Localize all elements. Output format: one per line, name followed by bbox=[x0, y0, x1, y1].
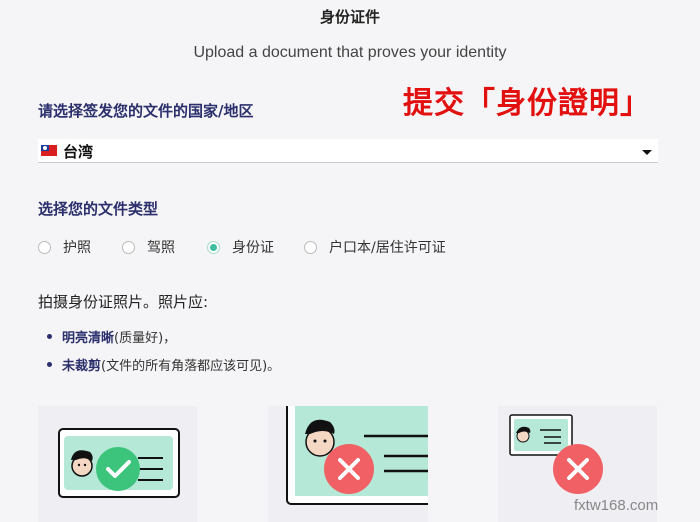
instruction-item: 未裁剪 (文件的所有角落都应该可见)。 bbox=[47, 355, 280, 374]
instruction-rest: (文件的所有角落都应该可见)。 bbox=[101, 359, 281, 374]
radio-label: 户口本/居住许可证 bbox=[329, 240, 446, 256]
instruction-bold: 明亮清晰 bbox=[62, 331, 115, 346]
radio-circle-selected[interactable] bbox=[207, 240, 220, 254]
radio-circle[interactable] bbox=[38, 240, 51, 254]
bullet-dot bbox=[47, 334, 52, 339]
page-subtitle: Upload a document that proves your ident… bbox=[193, 44, 507, 61]
radio-label: 驾照 bbox=[147, 240, 175, 256]
example-cropped-photo bbox=[268, 406, 428, 522]
radio-household-register[interactable]: 户口本/居住许可证 bbox=[304, 237, 446, 257]
chevron-down-icon bbox=[642, 150, 652, 155]
radio-passport[interactable]: 护照 bbox=[38, 237, 91, 257]
example-good-photo bbox=[38, 406, 197, 522]
doc-type-label: 选择您的文件类型 bbox=[38, 200, 159, 218]
id-card-illustration bbox=[58, 428, 180, 498]
radio-circle[interactable] bbox=[122, 240, 135, 254]
country-select[interactable]: 台湾 bbox=[38, 139, 658, 163]
x-icon bbox=[324, 444, 374, 494]
id-card-cropped-illustration bbox=[286, 406, 428, 505]
photo-instruction-heading: 拍摄身份证照片。照片应: bbox=[38, 293, 209, 311]
instruction-bold: 未裁剪 bbox=[62, 359, 102, 374]
instruction-rest: (质量好)， bbox=[114, 331, 177, 346]
instruction-item: 明亮清晰 (质量好)， bbox=[47, 327, 176, 346]
taiwan-flag-icon bbox=[41, 145, 57, 156]
radio-drivers-license[interactable]: 驾照 bbox=[122, 237, 175, 257]
bullet-dot bbox=[47, 362, 52, 367]
overlay-annotation: 提交「身份證明」 bbox=[403, 86, 651, 121]
radio-id-card[interactable]: 身份证 bbox=[207, 237, 274, 257]
country-label: 请选择签发您的文件的国家/地区 bbox=[38, 102, 254, 120]
page-title: 身份证件 bbox=[319, 8, 380, 26]
check-icon bbox=[96, 447, 140, 491]
x-icon bbox=[553, 444, 603, 494]
watermark: fxtw168.com bbox=[574, 497, 659, 514]
country-value: 台湾 bbox=[63, 143, 94, 161]
radio-label: 护照 bbox=[63, 240, 91, 256]
radio-label: 身份证 bbox=[232, 240, 274, 256]
radio-circle[interactable] bbox=[304, 240, 317, 254]
